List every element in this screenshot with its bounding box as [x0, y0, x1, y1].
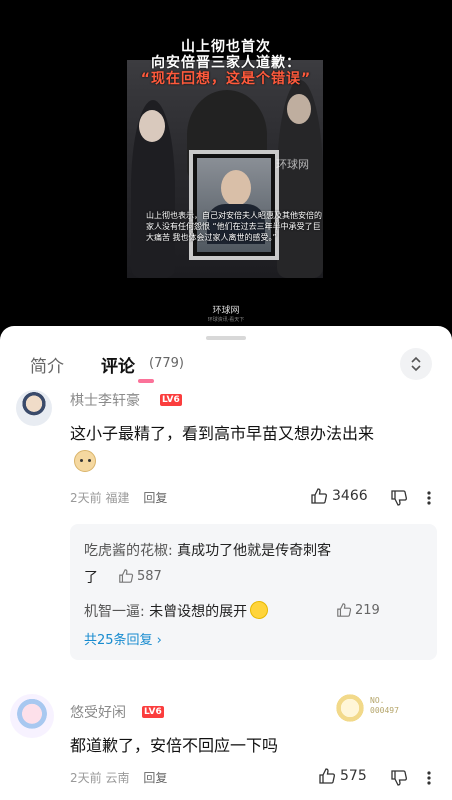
comment-meta: 2天前 福建 回复 [70, 489, 167, 506]
comments-panel: 简介 评论 (779) 棋士李轩豪 LV6 这小子最精了，看到高市早苗又想办法出… [0, 326, 452, 800]
sort-toggle-icon[interactable] [400, 348, 432, 380]
reply-author[interactable]: 机智一逼: [84, 604, 145, 620]
thumb-down-icon[interactable] [390, 769, 408, 787]
thumb-up-icon [319, 768, 335, 784]
laughing-emoji-icon [250, 601, 269, 619]
fan-badge-icon [334, 692, 366, 724]
video-person-right [277, 80, 323, 278]
comment-count: (779) [149, 356, 184, 371]
like-count: 3466 [332, 488, 368, 504]
level-badge: LV6 [142, 706, 164, 718]
like-count: 575 [340, 768, 367, 784]
comment-meta: 2天前 云南 回复 [70, 769, 167, 786]
video-person-left [131, 100, 175, 278]
video-caption: 山上彻也表示，自己对安倍夫人昭惠及其他安倍的家人没有任何怨恨 “他们在过去三年半… [146, 211, 322, 242]
reply-text-continuation: 了 [84, 570, 98, 586]
more-vertical-icon[interactable] [426, 769, 432, 787]
reply-button[interactable]: 回复 [143, 491, 167, 505]
reply-item: 机智一逼: 未曾设想的展开 [84, 601, 269, 621]
thumb-up-icon [311, 488, 327, 504]
thumb-down-icon[interactable] [390, 489, 408, 507]
video-brand: 环球网 [212, 306, 240, 316]
thumb-up-icon [119, 569, 134, 583]
tab-intro[interactable]: 简介 [30, 352, 64, 377]
reply-like-count: 587 [137, 568, 162, 584]
reply-like-button[interactable]: 587 [118, 568, 162, 584]
reply-button[interactable]: 回复 [143, 771, 167, 785]
avatar[interactable] [16, 390, 52, 426]
memorial-portrait [189, 150, 279, 260]
like-button[interactable]: 3466 [310, 487, 368, 505]
comment-time: 2天前 [70, 491, 102, 505]
comment-text: 这小子最精了，看到高市早苗又想办法出来 [70, 424, 375, 443]
replies-preview[interactable]: 吃虎酱的花椒: 真成功了他就是传奇刺客 了 587 机智一逼: 未曾设想的展开 … [70, 524, 437, 660]
reply-text: 未曾设想的展开 [149, 604, 248, 620]
comment-location: 云南 [105, 771, 130, 785]
reply-item: 吃虎酱的花椒: 真成功了他就是传奇刺客 [84, 540, 331, 560]
reply-like-count: 219 [355, 602, 380, 618]
comment-time: 2天前 [70, 771, 102, 785]
video-brand-sub: 环球资讯·看天下 [207, 317, 245, 323]
like-button[interactable]: 575 [318, 767, 367, 785]
thumb-up-icon [337, 603, 352, 617]
tab-comments[interactable]: 评论 [101, 352, 135, 377]
drag-handle[interactable] [206, 336, 246, 340]
tab-active-indicator [138, 379, 154, 383]
comment-location: 福建 [105, 491, 130, 505]
reply-text: 真成功了他就是传奇刺客 [177, 543, 332, 559]
more-vertical-icon[interactable] [426, 489, 432, 507]
avatar[interactable] [10, 694, 54, 738]
level-badge: LV6 [160, 394, 182, 406]
comment-username[interactable]: 棋士李轩豪 [70, 390, 140, 410]
comment-username[interactable]: 悠受好闲 [70, 702, 126, 722]
video-watermark: 环球网 [276, 158, 309, 171]
doge-emoji-icon [74, 450, 96, 472]
video-player[interactable]: 山上彻也首次 向安倍晋三家人道歉： “现在回想，这是个错误” 环球网 山上彻也表… [0, 0, 452, 340]
see-all-replies-link[interactable]: 共25条回复 › [84, 629, 162, 648]
reply-like-button[interactable]: 219 [336, 602, 380, 618]
fan-badge-number: NO. 000497 [370, 696, 399, 715]
reply-author[interactable]: 吃虎酱的花椒: [84, 543, 173, 559]
comment-text: 都道歉了，安倍不回应一下吗 [70, 736, 279, 755]
video-title-line3: “现在回想，这是个错误” [140, 71, 312, 87]
